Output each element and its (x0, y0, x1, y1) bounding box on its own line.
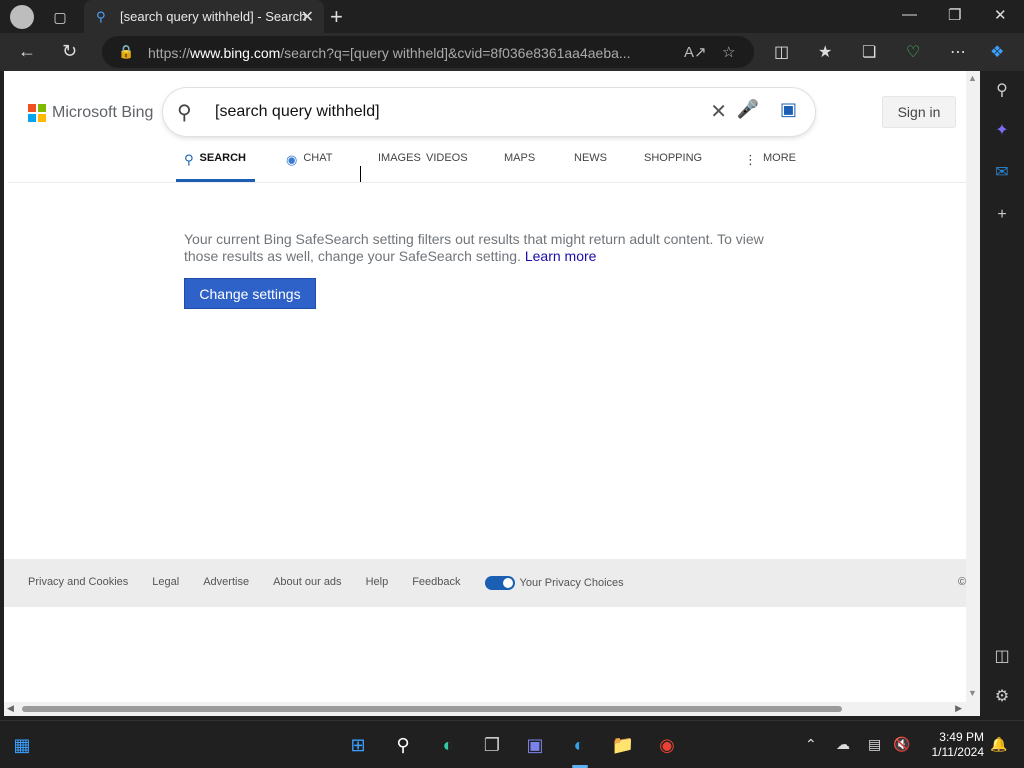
edge-icon[interactable]: ◐ (567, 733, 591, 757)
more-vertical-icon: ⋮ (744, 152, 757, 167)
window-close-icon[interactable]: ✕ (994, 6, 1007, 24)
sign-in-button[interactable]: Sign in (882, 96, 956, 128)
sidebar-search-icon[interactable]: ⚲ (992, 81, 1012, 101)
bing-logo[interactable]: Microsoft Bing (28, 104, 153, 122)
horizontal-scroll-thumb[interactable] (22, 706, 842, 712)
page-content: Microsoft Bing ⚲ ✕ 🎤 ▣ Sign in ⚲ SEARCH … (4, 71, 966, 716)
notifications-bell-icon[interactable]: 🔔 (990, 736, 1007, 753)
browser-titlebar: ▢ ⚲ [search query withheld] - Search ✕ +… (0, 0, 1024, 33)
sidebar-outlook-icon[interactable]: ✉ (992, 163, 1012, 183)
taskbar-search-icon[interactable]: ⚲ (391, 733, 415, 757)
volume-muted-icon[interactable]: 🔇 (893, 736, 910, 753)
profile-avatar-icon[interactable] (10, 5, 34, 29)
browser-tab-active[interactable]: ⚲ [search query withheld] - Search ✕ (84, 0, 324, 33)
edge-preview-icon[interactable]: ◐ (436, 733, 460, 757)
edge-sidebar: ⚲ ✦ ✉ + ◫ ⚙ (980, 71, 1024, 716)
sidebar-copilot-icon[interactable]: ✦ (992, 121, 1012, 141)
tab-shopping[interactable]: SHOPPING (644, 152, 744, 182)
copilot-icon[interactable]: ❖ (990, 42, 1004, 62)
tab-images[interactable]: IMAGES (346, 152, 426, 182)
tab-search[interactable]: ⚲ SEARCH (176, 152, 255, 182)
performance-icon[interactable]: ♡ (906, 42, 920, 62)
footer-link-legal[interactable]: Legal (152, 576, 179, 590)
search-scope-tabs: ⚲ SEARCH ◉ CHAT IMAGES VIDEOS MAPS NEWS … (176, 152, 804, 182)
search-icon[interactable]: ⚲ (177, 100, 192, 125)
learn-more-link[interactable]: Learn more (525, 248, 597, 264)
scroll-up-icon[interactable]: ▲ (968, 73, 977, 83)
footer-link-privacy[interactable]: Privacy and Cookies (28, 576, 128, 590)
clock-time: 3:49 PM (939, 730, 984, 744)
sidebar-settings-icon[interactable]: ⚙ (992, 687, 1012, 707)
scroll-left-icon[interactable]: ◀ (7, 703, 14, 714)
collections-icon[interactable]: ❏ (862, 42, 876, 62)
onedrive-icon[interactable]: ☁ (836, 736, 850, 753)
footer-link-help[interactable]: Help (366, 576, 389, 590)
sidebar-add-icon[interactable]: + (992, 205, 1012, 225)
task-view-icon[interactable]: ❐ (480, 733, 504, 757)
more-menu-icon[interactable]: ⋯ (950, 42, 966, 62)
tab-news[interactable]: NEWS (574, 152, 644, 182)
chrome-icon[interactable]: ◉ (655, 733, 679, 757)
scroll-right-icon[interactable]: ▶ (955, 703, 962, 714)
teams-icon[interactable]: ▣ (523, 733, 547, 757)
bing-search-icon: ⚲ (96, 9, 106, 24)
split-screen-icon[interactable]: ◫ (774, 42, 789, 62)
lock-icon[interactable]: 🔒 (118, 44, 134, 60)
safesearch-notice: Your current Bing SafeSearch setting fil… (184, 231, 784, 265)
tab-maps[interactable]: MAPS (504, 152, 574, 182)
footer-link-privacy-choices[interactable]: Your Privacy Choices (484, 576, 624, 590)
tab-more[interactable]: ⋮ MORE (744, 152, 804, 182)
new-tab-icon[interactable]: + (330, 4, 343, 30)
taskbar-clock[interactable]: 3:49 PM 1/11/2024 (918, 730, 985, 760)
copilot-chat-icon: ◉ (286, 152, 298, 167)
address-toolbar: ← ↻ 🔒 https://www.bing.com/search?q=[que… (0, 33, 1024, 71)
visual-search-icon[interactable]: ▣ (780, 99, 797, 120)
text-cursor (360, 166, 362, 182)
back-icon[interactable]: ← (18, 41, 36, 62)
privacy-choices-icon (484, 576, 515, 590)
clear-search-icon[interactable]: ✕ (710, 99, 727, 124)
search-box: ⚲ ✕ 🎤 ▣ (163, 88, 815, 136)
restore-icon[interactable]: ❐ (948, 6, 961, 24)
microphone-icon[interactable]: 🎤 (737, 99, 759, 120)
footer-link-feedback[interactable]: Feedback (412, 576, 460, 590)
sidebar-hide-icon[interactable]: ◫ (992, 647, 1012, 667)
read-aloud-icon[interactable]: A↗ (684, 43, 707, 61)
scroll-down-icon[interactable]: ▼ (968, 688, 977, 698)
horizontal-scrollbar[interactable]: ◀ ▶ (4, 702, 966, 716)
file-explorer-icon[interactable]: 📁 (611, 733, 635, 757)
windows-taskbar: ▦ ⊞ ⚲ ◐ ❐ ▣ ◐ 📁 ◉ ⌃ ☁ ▤ 🔇 3:49 PM 1/11/2… (0, 720, 1024, 768)
favorite-star-icon[interactable]: ☆ (722, 43, 735, 61)
favorites-icon[interactable]: ★ (818, 42, 832, 62)
tray-overflow-icon[interactable]: ⌃ (805, 736, 817, 753)
url-bar[interactable]: 🔒 https://www.bing.com/search?q=[query w… (102, 36, 754, 68)
windows-start-icon[interactable]: ⊞ (346, 733, 370, 757)
search-input[interactable] (215, 98, 685, 126)
footer-copyright: © (958, 576, 966, 588)
change-settings-button[interactable]: Change settings (184, 278, 316, 309)
tabs-divider (8, 182, 966, 183)
vertical-scrollbar[interactable]: ▲ ▼ (966, 71, 980, 716)
microsoft-logo-icon (28, 104, 46, 122)
tab-title: [search query withheld] - Search (120, 9, 307, 24)
tab-chat[interactable]: ◉ CHAT (255, 152, 346, 182)
search-icon: ⚲ (184, 152, 194, 167)
refresh-icon[interactable]: ↻ (62, 41, 77, 62)
notice-text: Your current Bing SafeSearch setting fil… (184, 231, 764, 264)
network-icon[interactable]: ▤ (868, 736, 881, 753)
clock-date: 1/11/2024 (931, 745, 985, 759)
tab-videos[interactable]: VIDEOS (426, 152, 504, 182)
tab-close-icon[interactable]: ✕ (301, 7, 314, 27)
tab-actions-icon[interactable]: ▢ (50, 7, 70, 27)
url-text[interactable]: https://www.bing.com/search?q=[query wit… (148, 45, 668, 61)
minimize-icon[interactable]: — (902, 6, 917, 23)
footer-link-advertise[interactable]: Advertise (203, 576, 249, 590)
widgets-icon[interactable]: ▦ (10, 733, 34, 757)
logo-text: Microsoft Bing (52, 104, 154, 121)
footer: Privacy and Cookies Legal Advertise Abou… (4, 559, 966, 607)
footer-link-about-ads[interactable]: About our ads (273, 576, 342, 590)
